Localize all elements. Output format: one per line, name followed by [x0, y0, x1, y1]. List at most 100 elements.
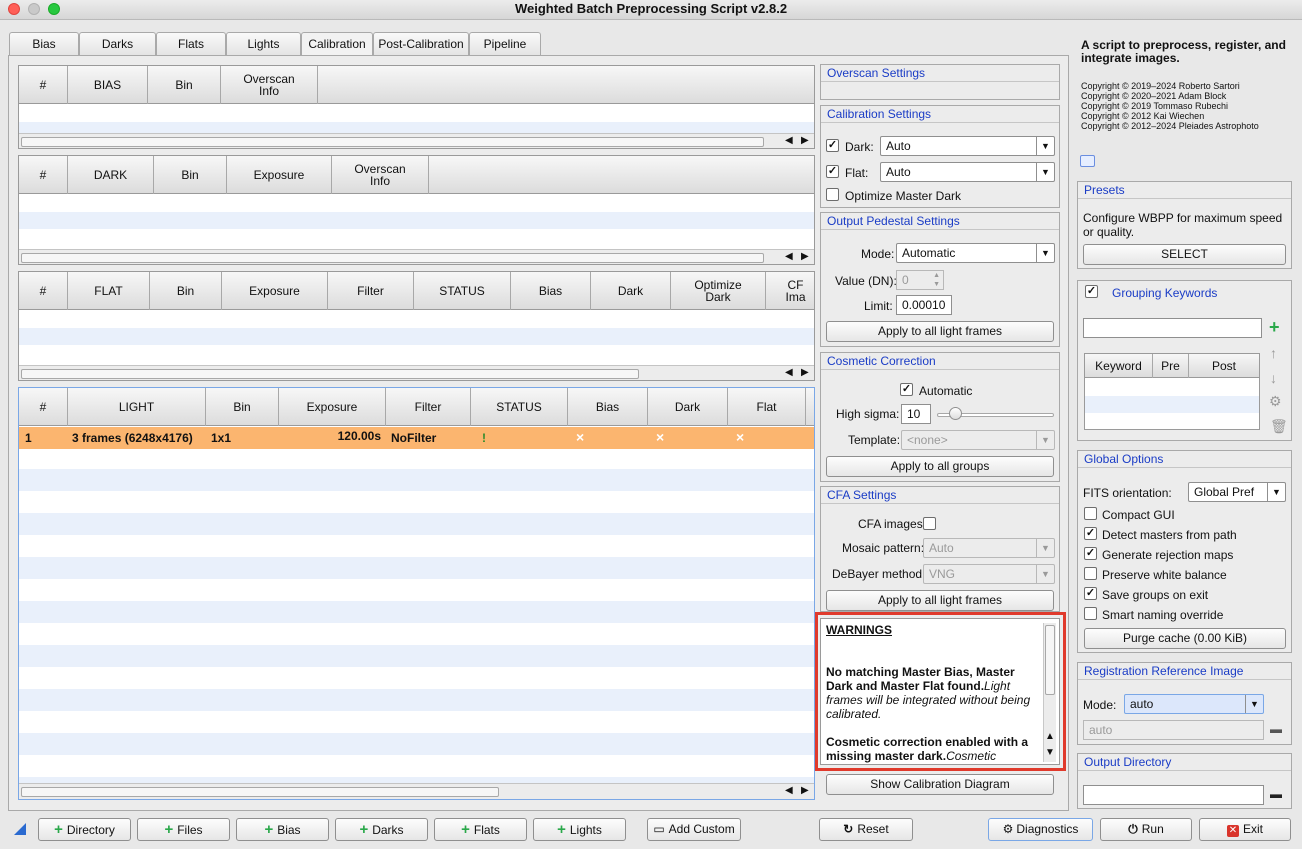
dark-table[interactable]: # DARK Bin Exposure Overscan Info ◀ ▶ — [18, 155, 815, 265]
add-custom-button[interactable]: ▭ Add Custom — [647, 818, 741, 841]
warnings-box[interactable]: WARNINGS No matching Master Bias, Master… — [820, 618, 1060, 765]
column-header[interactable]: # — [19, 156, 68, 194]
move-down-icon[interactable]: ↓ — [1270, 370, 1277, 386]
exit-button[interactable]: ✕ Exit — [1199, 818, 1291, 841]
flat-horizontal-scrollbar[interactable]: ◀ ▶ — [19, 365, 814, 380]
column-header[interactable]: STATUS — [471, 388, 568, 426]
trash-icon[interactable]: 🗑 — [1270, 418, 1288, 435]
presets-select-button[interactable]: SELECT — [1083, 244, 1286, 265]
column-header[interactable]: DARK — [68, 156, 154, 194]
column-header[interactable]: BIAS — [68, 66, 148, 104]
column-header[interactable]: # — [19, 272, 68, 310]
registration-mode-select[interactable]: auto ▼ — [1124, 694, 1264, 714]
folder-icon[interactable]: ▬ — [1270, 787, 1282, 801]
option-checkbox[interactable] — [1084, 567, 1097, 580]
add-darks-button[interactable]: + Darks — [335, 818, 428, 841]
light-horizontal-scrollbar[interactable]: ◀ ▶ — [19, 783, 814, 799]
fits-orientation-select[interactable]: Global Pref ▼ — [1188, 482, 1286, 502]
cfa-images-checkbox[interactable] — [923, 517, 936, 530]
bias-horizontal-scrollbar[interactable]: ◀ ▶ — [19, 133, 814, 148]
folder-icon[interactable]: ▬ — [1270, 722, 1282, 736]
close-window-button[interactable] — [8, 3, 20, 15]
add-files-button[interactable]: + Files — [137, 818, 230, 841]
tab-post-calibration[interactable]: Post-Calibration — [373, 32, 469, 56]
add-bias-button[interactable]: + Bias — [236, 818, 329, 841]
pedestal-apply-button[interactable]: Apply to all light frames — [826, 321, 1054, 342]
tab-flats[interactable]: Flats — [156, 32, 226, 56]
resize-corner-icon[interactable] — [14, 823, 26, 835]
scroll-right-icon[interactable]: ▶ — [801, 367, 809, 378]
column-header[interactable]: # — [19, 388, 68, 426]
debayer-method-select[interactable]: VNG ▼ — [923, 564, 1055, 584]
flat-checkbox[interactable]: ✓ — [826, 165, 839, 178]
add-flats-button[interactable]: + Flats — [434, 818, 527, 841]
column-header[interactable]: Bin — [206, 388, 279, 426]
light-table[interactable]: # LIGHT Bin Exposure Filter STATUS Bias Dark Fla… — [18, 387, 815, 800]
scroll-right-icon[interactable]: ▶ — [801, 135, 809, 146]
dark-checkbox[interactable]: ✓ — [826, 139, 839, 152]
warnings-vertical-scrollbar[interactable]: ▲ ▼ — [1043, 623, 1056, 762]
diagnostics-button[interactable]: ⚙ Diagnostics — [988, 818, 1093, 841]
flat-select[interactable]: Auto ▼ — [880, 162, 1055, 182]
column-header[interactable]: Bin — [154, 156, 227, 194]
column-header[interactable]: Exposure — [222, 272, 328, 310]
option-checkbox[interactable]: ✓ — [1084, 547, 1097, 560]
column-header[interactable]: Overscan Info — [221, 66, 318, 104]
purge-cache-button[interactable]: Purge cache (0.00 KiB) — [1084, 628, 1286, 649]
move-up-icon[interactable]: ↑ — [1270, 345, 1277, 361]
tab-darks[interactable]: Darks — [79, 32, 156, 56]
column-header[interactable]: Bias — [511, 272, 591, 310]
high-sigma-field[interactable]: 10 — [901, 404, 931, 424]
dark-horizontal-scrollbar[interactable]: ◀ ▶ — [19, 249, 814, 264]
table-row[interactable]: 1 3 frames (6248x4176) 1x1 120.00s NoFil… — [19, 427, 814, 449]
gear-icon[interactable]: ⚙ — [1269, 393, 1282, 410]
cfa-apply-button[interactable]: Apply to all light frames — [826, 590, 1054, 611]
add-keyword-icon[interactable]: + — [1269, 317, 1280, 338]
scroll-left-icon[interactable]: ◀ — [785, 785, 793, 796]
column-header[interactable]: # — [19, 66, 68, 104]
minimize-window-button[interactable] — [28, 3, 40, 15]
template-select[interactable]: <none> ▼ — [901, 430, 1055, 450]
column-header[interactable]: Dark — [648, 388, 728, 426]
scroll-left-icon[interactable]: ◀ — [785, 251, 793, 262]
keyword-input[interactable] — [1083, 318, 1262, 338]
add-lights-button[interactable]: + Lights — [533, 818, 626, 841]
option-checkbox[interactable] — [1084, 607, 1097, 620]
column-header[interactable]: Filter — [328, 272, 414, 310]
show-calibration-diagram-button[interactable]: Show Calibration Diagram — [826, 774, 1054, 795]
cosmetic-automatic-checkbox[interactable]: ✓ — [900, 383, 913, 396]
mosaic-pattern-select[interactable]: Auto ▼ — [923, 538, 1055, 558]
scroll-down-icon[interactable]: ▼ — [1045, 747, 1055, 758]
pedestal-limit-field[interactable]: 0.00010 — [896, 295, 952, 315]
slider-handle[interactable] — [949, 407, 962, 420]
flat-table[interactable]: # FLAT Bin Exposure Filter STATUS Bias Dark Opti… — [18, 271, 815, 381]
optimize-master-dark-checkbox[interactable] — [826, 188, 839, 201]
keyword-table[interactable]: Keyword Pre Post — [1084, 353, 1260, 430]
pedestal-value-spinbox[interactable]: 0 ▲ ▼ — [896, 270, 944, 290]
column-header[interactable]: Bias — [568, 388, 648, 426]
scroll-right-icon[interactable]: ▶ — [801, 785, 809, 796]
column-header[interactable]: CF Ima — [766, 272, 814, 310]
column-header[interactable]: Filter — [386, 388, 471, 426]
cosmetic-apply-button[interactable]: Apply to all groups — [826, 456, 1054, 477]
option-checkbox[interactable] — [1084, 507, 1097, 520]
column-header[interactable]: Exposure — [279, 388, 386, 426]
add-directory-button[interactable]: + Directory — [38, 818, 131, 841]
tab-calibration[interactable]: Calibration — [301, 32, 373, 57]
zoom-window-button[interactable] — [48, 3, 60, 15]
pedestal-mode-select[interactable]: Automatic ▼ — [896, 243, 1055, 263]
output-directory-field[interactable] — [1083, 785, 1264, 805]
scroll-left-icon[interactable]: ◀ — [785, 367, 793, 378]
registration-path-field[interactable]: auto — [1083, 720, 1264, 740]
column-header[interactable]: Flat — [728, 388, 806, 426]
scroll-right-icon[interactable]: ▶ — [801, 251, 809, 262]
tab-bias[interactable]: Bias — [9, 32, 79, 56]
dark-select[interactable]: Auto ▼ — [880, 136, 1055, 156]
option-checkbox[interactable]: ✓ — [1084, 587, 1097, 600]
bias-table[interactable]: # BIAS Bin Overscan Info ◀ ▶ — [18, 65, 815, 149]
column-header[interactable]: FLAT — [68, 272, 150, 310]
speech-bubble-icon[interactable] — [1080, 155, 1095, 167]
run-button[interactable]: ⏻ Run — [1100, 818, 1192, 841]
column-header[interactable]: LIGHT — [68, 388, 206, 426]
option-checkbox[interactable]: ✓ — [1084, 527, 1097, 540]
